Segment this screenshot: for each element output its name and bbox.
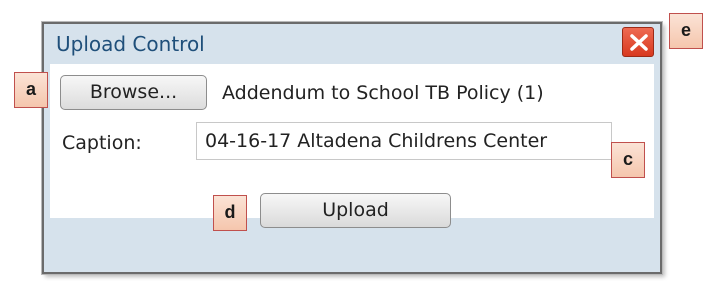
caption-input[interactable] (196, 122, 612, 160)
close-x-icon (630, 34, 648, 51)
upload-control-dialog: Upload Control Browse... Addendum to Sch… (42, 22, 662, 274)
dialog-titlebar: Upload Control (44, 24, 660, 64)
annotation-marker-e: e (669, 13, 703, 49)
annotation-marker-a: a (14, 72, 48, 108)
upload-button[interactable]: Upload (260, 193, 451, 228)
annotation-marker-c: c (611, 142, 645, 178)
caption-label: Caption: (62, 132, 142, 154)
close-button[interactable] (622, 27, 654, 57)
dialog-title: Upload Control (56, 32, 205, 56)
dialog-content: Browse... Addendum to School TB Policy (… (50, 64, 654, 228)
annotation-marker-d: d (213, 195, 247, 231)
browse-button[interactable]: Browse... (60, 75, 207, 110)
selected-file-name: Addendum to School TB Policy (1) (222, 82, 544, 104)
